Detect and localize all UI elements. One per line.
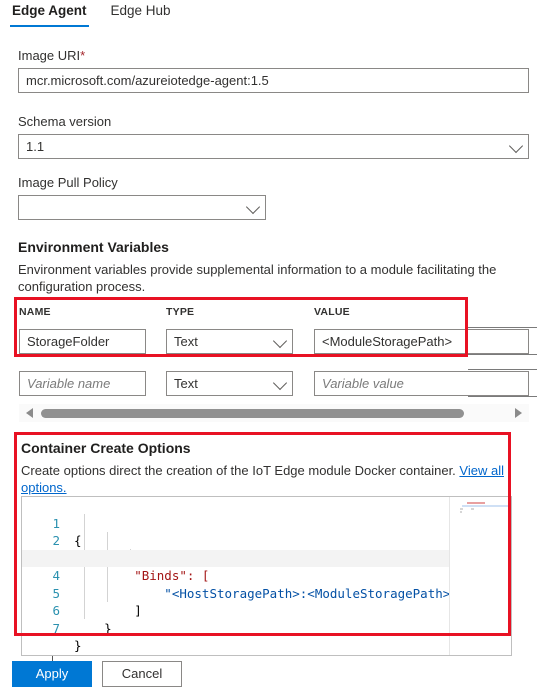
schema-version-label: Schema version [18,114,112,129]
code-line: 6 } [22,585,511,636]
image-pull-policy-label: Image Pull Policy [18,175,118,190]
env-var-value-input-row-2[interactable]: Variable value [314,371,529,396]
required-asterisk: * [80,48,86,63]
minimap-row [467,502,485,504]
apply-button[interactable]: Apply [12,661,92,687]
editor-lines: 1 { 2 "HostConfig": { 3 "Binds": [ 4 "<H… [22,497,511,655]
chevron-down-icon [272,375,288,390]
schema-version-select[interactable]: 1.1 [18,134,529,159]
column-header-name: NAME [19,306,51,318]
env-var-horizontal-scrollbar[interactable] [19,404,529,422]
chevron-down-icon [245,199,261,214]
image-uri-input[interactable]: mcr.microsoft.com/azureiotedge-agent:1.5 [18,68,529,93]
env-var-value-input-row-1[interactable]: <ModuleStoragePath> [314,329,529,354]
line-text: } [74,620,112,636]
code-line-active: 4 "<HostStoragePath>:<ModuleStoragePath>… [22,549,511,601]
chevron-down-icon [508,138,524,153]
cancel-button[interactable]: Cancel [102,661,182,687]
env-var-name-input-row-2[interactable]: Variable name [19,371,146,396]
tab-edge-hub[interactable]: Edge Hub [99,0,183,27]
image-uri-label: Image URI* [18,48,86,63]
code-line: 2 "HostConfig": { [22,515,511,566]
chevron-down-icon [272,333,288,348]
column-header-type: TYPE [166,306,195,318]
editor-minimap[interactable] [449,497,511,655]
grid-separator [468,327,537,328]
column-header-value: VALUE [314,306,350,318]
environment-variables-description: Environment variables provide supplement… [18,262,497,294]
scroll-left-arrow-icon[interactable] [26,408,33,418]
tab-edge-agent-label: Edge Agent [12,3,87,18]
env-var-type-value-row-2: Text [174,376,198,391]
env-var-name-input-row-1[interactable]: StorageFolder [19,329,146,354]
env-var-type-select-row-1[interactable]: Text [166,329,293,354]
grid-separator [468,354,537,355]
minimap-row [462,505,511,507]
container-create-options-editor[interactable]: 1 { 2 "HostConfig": { 3 "Binds": [ 4 "<H… [21,496,512,656]
minimap-row [471,508,474,510]
minimap-row [460,511,462,513]
container-create-options-title: Container Create Options [21,440,191,456]
grid-separator [468,369,537,370]
env-var-type-select-row-2[interactable]: Text [166,371,293,396]
env-var-type-value-row-1: Text [174,334,198,349]
scroll-thumb[interactable] [41,409,464,418]
schema-version-value: 1.1 [26,139,45,154]
minimap-row [460,508,463,510]
environment-variables-title: Environment Variables [18,239,169,255]
grid-separator [468,396,537,397]
code-line: 3 "Binds": [ [22,532,511,584]
code-line: 7 } [22,602,511,654]
code-line: 1 { [22,497,511,549]
code-line: 5 ] [22,567,511,619]
scroll-right-arrow-icon[interactable] [515,408,522,418]
image-pull-policy-select[interactable] [18,195,266,220]
line-text: } [74,638,82,653]
line-number: 7 [52,620,60,636]
tab-edge-hub-label: Edge Hub [110,3,171,18]
container-create-options-description: Create options direct the creation of th… [21,463,504,495]
tab-edge-agent[interactable]: Edge Agent [0,0,99,27]
tab-bar: Edge Agent Edge Hub [0,0,537,31]
editor-vertical-scroll-thumb[interactable] [509,559,511,571]
